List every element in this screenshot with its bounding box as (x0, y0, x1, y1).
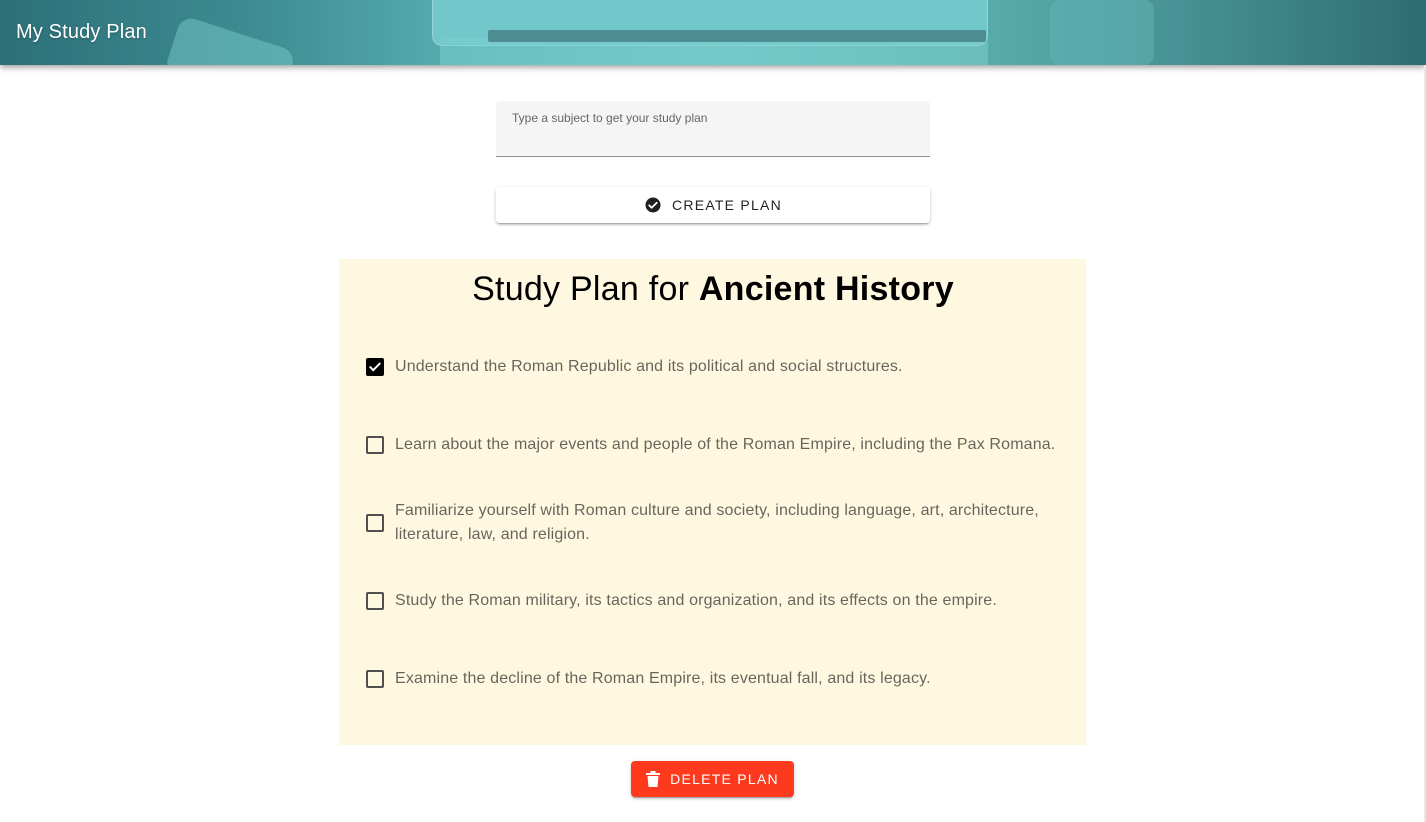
task-text: Learn about the major events and people … (395, 436, 1056, 453)
plan-subject: Ancient History (698, 270, 954, 308)
app-title: My Study Plan (16, 21, 147, 43)
task-checkbox[interactable] (366, 514, 384, 532)
header-background-image (1050, 0, 1154, 65)
app-bar: My Study Plan (0, 0, 1426, 65)
task-item[interactable]: Familiarize yourself with Roman culture … (365, 499, 1065, 547)
task-item[interactable]: Study the Roman military, its tactics an… (365, 589, 1065, 613)
task-item[interactable]: Examine the decline of the Roman Empire,… (365, 667, 1065, 691)
delete-plan-button[interactable]: DELETE PLAN (631, 761, 794, 797)
check-circle-icon (644, 196, 662, 214)
subject-input[interactable] (496, 101, 930, 156)
task-checkbox[interactable] (366, 592, 384, 610)
delete-plan-label: DELETE PLAN (670, 771, 779, 787)
header-background-image (440, 38, 988, 65)
create-plan-button[interactable]: CREATE PLAN (496, 187, 930, 223)
task-text: Understand the Roman Republic and its po… (395, 358, 903, 375)
plan-title-prefix: Study Plan for (472, 270, 690, 308)
task-text: Familiarize yourself with Roman culture … (395, 502, 1039, 543)
task-text: Study the Roman military, its tactics an… (395, 592, 997, 609)
task-item[interactable]: Understand the Roman Republic and its po… (365, 355, 1065, 379)
trash-icon (646, 771, 661, 787)
subject-field[interactable]: Type a subject to get your study plan (496, 101, 930, 157)
task-checkbox[interactable] (366, 436, 384, 454)
create-plan-label: CREATE PLAN (672, 197, 782, 213)
task-item[interactable]: Learn about the major events and people … (365, 433, 1065, 457)
header-background-image (488, 30, 986, 42)
task-text: Examine the decline of the Roman Empire,… (395, 670, 931, 687)
plan-title: Study Plan for Ancient History (0, 270, 1426, 309)
task-checkbox[interactable] (366, 670, 384, 688)
header-background-image (163, 14, 297, 65)
task-checkbox[interactable] (366, 358, 384, 376)
